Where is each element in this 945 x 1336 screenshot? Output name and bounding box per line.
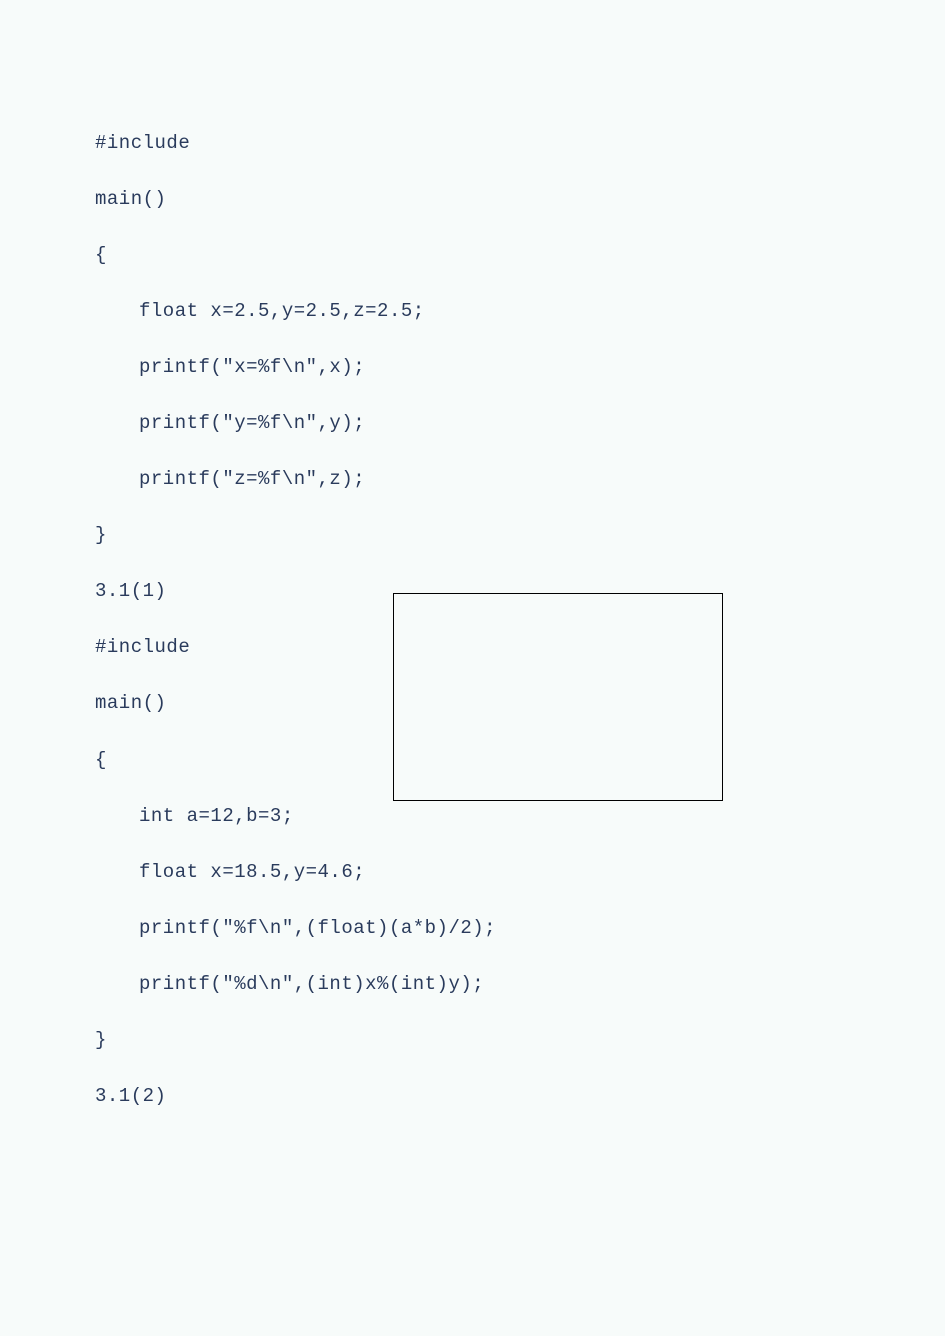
code-line: float x=18.5,y=4.6;: [95, 844, 850, 900]
code-line: float x=2.5,y=2.5,z=2.5;: [95, 283, 850, 339]
code-line: {: [95, 227, 850, 283]
code-line: #include: [95, 115, 850, 171]
document-content: #include main() { float x=2.5,y=2.5,z=2.…: [0, 0, 945, 1164]
code-line: }: [95, 507, 850, 563]
code-line: printf("z=%f\n",z);: [95, 451, 850, 507]
code-line: }: [95, 1012, 850, 1068]
empty-box: [393, 593, 723, 801]
code-line: printf("%d\n",(int)x%(int)y);: [95, 956, 850, 1012]
code-line: printf("y=%f\n",y);: [95, 395, 850, 451]
code-line: printf("x=%f\n",x);: [95, 339, 850, 395]
code-line: printf("%f\n",(float)(a*b)/2);: [95, 900, 850, 956]
code-line: main(): [95, 171, 850, 227]
section-label: 3.1(2): [95, 1068, 850, 1124]
